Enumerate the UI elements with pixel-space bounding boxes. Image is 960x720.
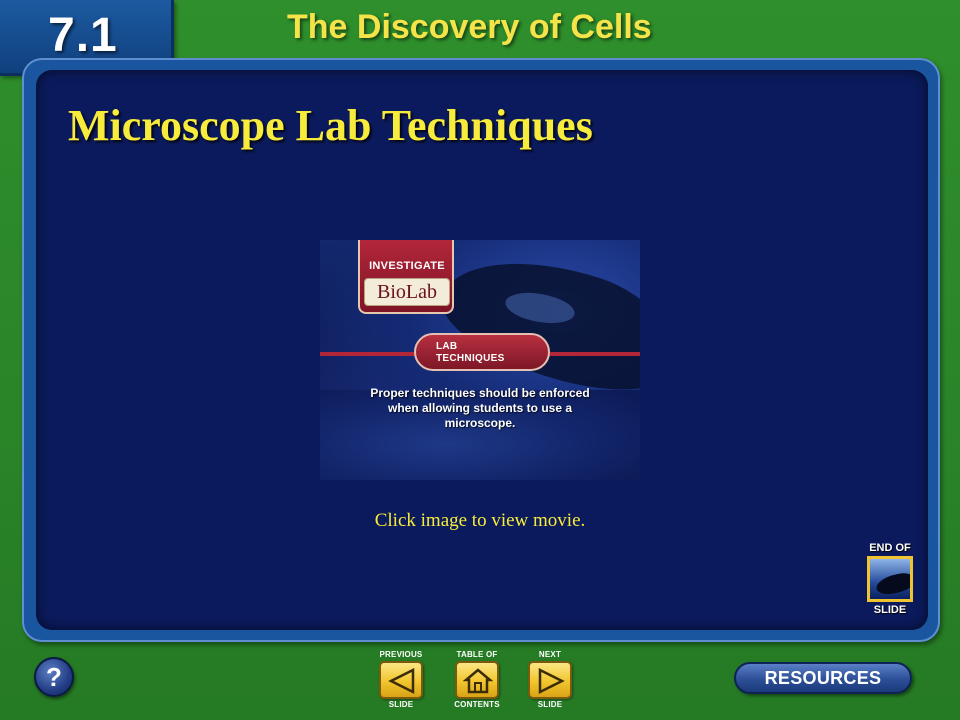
previous-label: PREVIOUS <box>379 650 423 659</box>
chapter-title: The Discovery of Cells <box>287 8 652 46</box>
end-of-label: END OF <box>869 542 911 554</box>
end-of-slide-button[interactable]: END OF SLIDE <box>864 542 916 620</box>
table-of-contents-button[interactable]: TABLE OF CONTENTS <box>447 650 507 712</box>
next-slide-label: SLIDE <box>537 700 563 709</box>
slide-label: SLIDE <box>873 604 907 616</box>
movie-caption: Proper techniques should be enforced whe… <box>370 386 590 430</box>
previous-slide-label: SLIDE <box>388 700 414 709</box>
slide-title: Microscope Lab Techniques <box>68 101 593 150</box>
previous-slide-button[interactable]: PREVIOUS SLIDE <box>371 650 431 712</box>
section-number: 7.1 <box>48 9 118 62</box>
left-arrow-icon <box>379 661 423 699</box>
table-of-label: TABLE OF <box>456 650 498 659</box>
biolab-label: BioLab <box>364 278 450 306</box>
investigate-label: INVESTIGATE <box>369 260 445 272</box>
click-instruction: Click image to view movie. <box>374 510 586 531</box>
resources-button[interactable]: RESOURCES <box>734 662 912 694</box>
home-icon <box>455 661 499 699</box>
movie-thumbnail[interactable]: INVESTIGATE BioLab LAB TECHNIQUES Proper… <box>320 240 640 480</box>
next-slide-button[interactable]: NEXT SLIDE <box>520 650 580 712</box>
help-button[interactable]: ? <box>34 657 74 697</box>
lab-label: LAB <box>436 341 458 352</box>
techniques-label: TECHNIQUES <box>436 353 505 364</box>
biolab-banner: INVESTIGATE BioLab <box>358 240 454 314</box>
orca-icon <box>867 556 913 602</box>
contents-label: CONTENTS <box>454 700 500 709</box>
right-arrow-icon <box>528 661 572 699</box>
lab-techniques-badge: LAB TECHNIQUES <box>414 333 550 371</box>
next-label: NEXT <box>538 650 562 659</box>
